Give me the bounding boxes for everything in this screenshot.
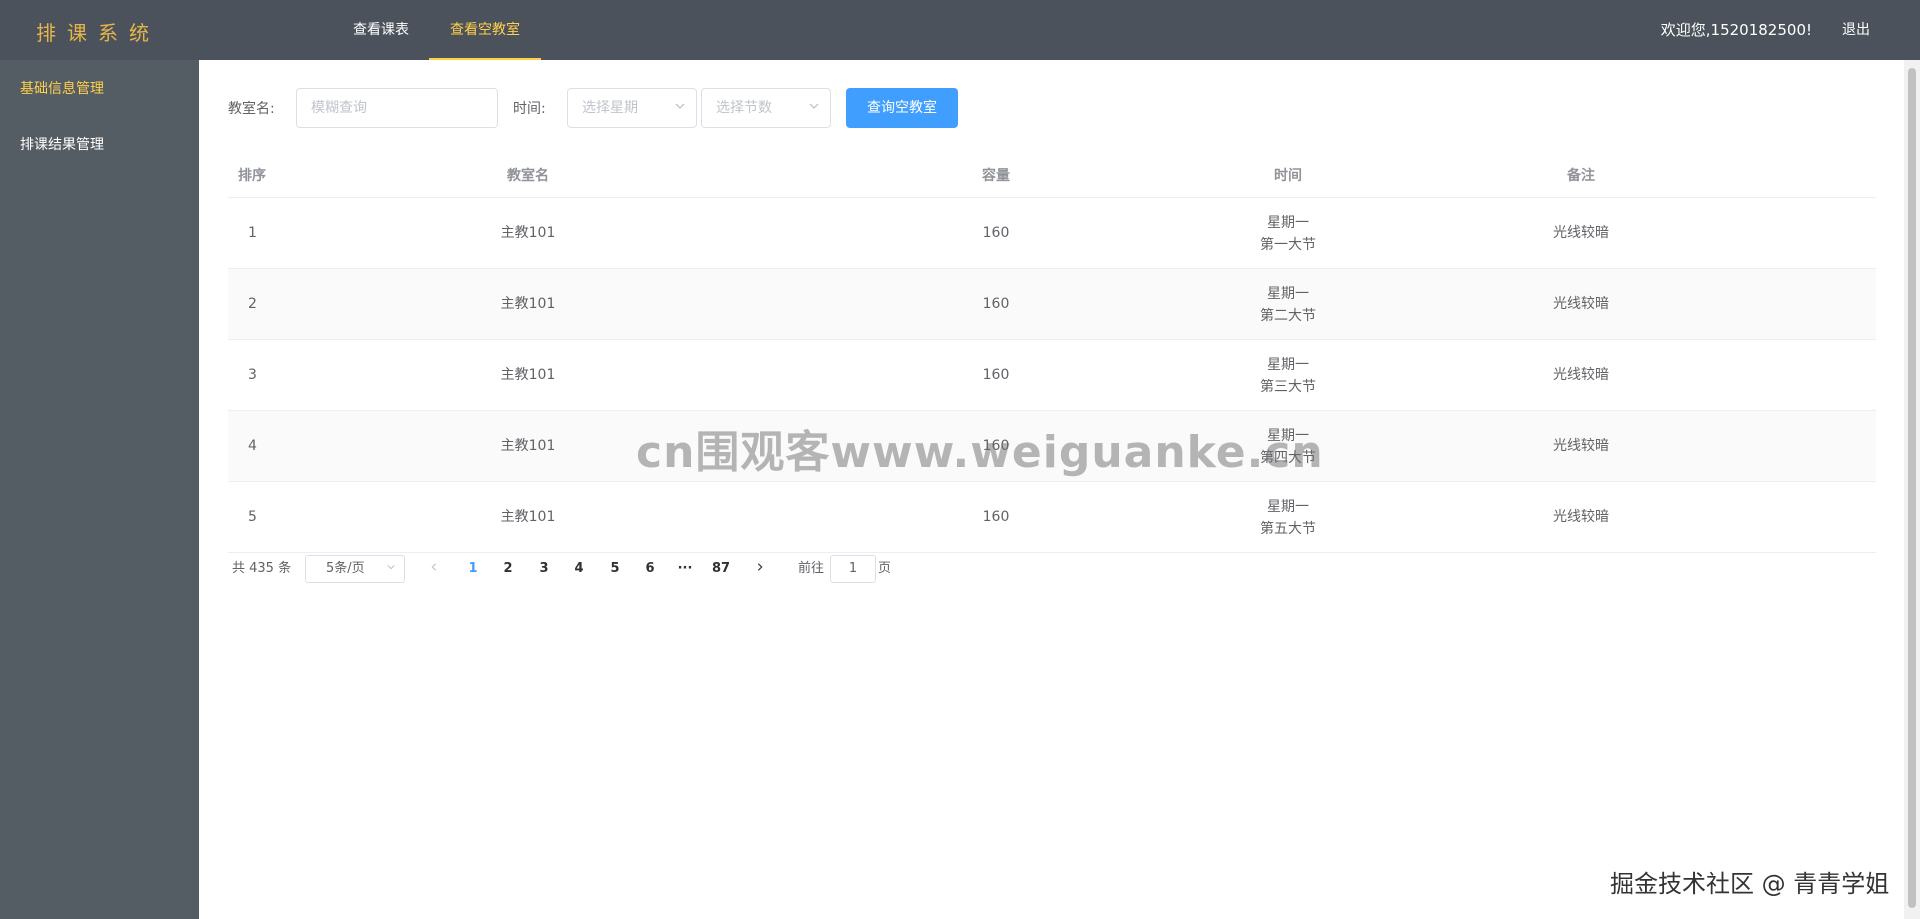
table-header: 排序 教室名 容量 时间 备注 [228,155,1876,198]
cell-time: 星期一 第五大节 [1238,496,1338,540]
cell-day: 星期一 [1267,215,1309,231]
time-label: 时间: [513,101,546,117]
cell-note: 光线较暗 [1553,367,1609,383]
period-placeholder: 选择节数 [716,100,772,116]
table-row: 5 主教101 160 星期一 第五大节 光线较暗 [228,482,1876,553]
cell-room: 主教101 [500,296,556,312]
cell-day: 星期一 [1267,499,1309,515]
column-header-time: 时间 [1274,168,1302,184]
cell-room: 主教101 [500,509,556,525]
pagination-total: 共 435 条 [232,561,292,576]
cell-note: 光线较暗 [1553,225,1609,241]
page-4[interactable]: 4 [564,555,594,583]
goto-page-input[interactable]: 1 [830,555,876,583]
cell-room: 主教101 [500,367,556,383]
center-watermark: cn围观客www.weiguanke.cn [636,427,1324,478]
column-header-note: 备注 [1567,168,1595,184]
cell-period: 第五大节 [1260,521,1316,537]
cell-time: 星期一 第一大节 [1238,212,1338,256]
cell-time: 星期一 第二大节 [1238,283,1338,327]
cell-index: 2 [248,296,257,312]
table-row: 1 主教101 160 星期一 第一大节 光线较暗 [228,198,1876,269]
page-2[interactable]: 2 [493,555,523,583]
cell-day: 星期一 [1267,286,1309,302]
cell-day: 星期一 [1267,357,1309,373]
cell-note: 光线较暗 [1553,509,1609,525]
cell-period: 第二大节 [1260,308,1316,324]
app-logo: 排课系统 [36,21,160,45]
cell-index: 4 [248,438,257,454]
cell-period: 第一大节 [1260,237,1316,253]
cell-capacity: 160 [982,296,1010,312]
cell-capacity: 160 [982,225,1010,241]
column-header-index: 排序 [238,168,266,184]
cell-index: 1 [248,225,257,241]
goto-label: 前往 [798,561,825,576]
cell-time: 星期一 第三大节 [1238,354,1338,398]
corner-watermark: 掘金技术社区 @ 青青学姐 [1610,870,1890,898]
chevron-right-icon[interactable] [745,555,775,583]
cell-index: 3 [248,367,257,383]
page-87[interactable]: 87 [706,555,736,583]
sidebar: 基础信息管理 排课结果管理 [0,60,199,919]
weekday-select[interactable]: 选择星期 [567,88,697,128]
page-size-value: 5条/页 [326,561,365,576]
cell-room: 主教101 [500,438,556,454]
sidebar-item-schedule-results[interactable]: 排课结果管理 [20,134,104,154]
chevron-down-icon [674,89,686,127]
cell-index: 5 [248,509,257,525]
column-header-capacity: 容量 [982,168,1010,184]
top-navbar: 排课系统 查看课表 查看空教室 欢迎您,1520182500! 退出 [0,0,1920,60]
weekday-placeholder: 选择星期 [582,100,638,116]
search-empty-rooms-button[interactable]: 查询空教室 [846,88,958,128]
table-row: 2 主教101 160 星期一 第二大节 光线较暗 [228,269,1876,340]
cell-note: 光线较暗 [1553,296,1609,312]
room-name-label: 教室名: [228,101,275,117]
period-select[interactable]: 选择节数 [701,88,831,128]
column-header-room: 教室名 [507,168,549,184]
cell-capacity: 160 [982,367,1010,383]
welcome-text: 欢迎您,1520182500! [1660,21,1812,39]
page-suffix: 页 [878,561,892,576]
cell-capacity: 160 [982,509,1010,525]
sidebar-item-basic-info[interactable]: 基础信息管理 [20,78,104,98]
nav-view-empty-rooms[interactable]: 查看空教室 [429,0,541,60]
page-6[interactable]: 6 [635,555,665,583]
empty-room-table: 排序 教室名 容量 时间 备注 1 主教101 160 星期一 第一大节 光线较… [228,155,1876,553]
page-5[interactable]: 5 [600,555,630,583]
cell-room: 主教101 [500,225,556,241]
table-row: 3 主教101 160 星期一 第三大节 光线较暗 [228,340,1876,411]
page-ellipsis[interactable]: ··· [670,555,700,583]
vertical-scrollbar[interactable] [1904,60,1920,919]
chevron-down-icon [808,89,820,127]
page-3[interactable]: 3 [529,555,559,583]
room-search-input[interactable]: 模糊查询 [296,88,498,128]
chevron-left-icon[interactable] [419,555,449,583]
cell-period: 第三大节 [1260,379,1316,395]
scrollbar-thumb[interactable] [1908,68,1916,908]
page-1[interactable]: 1 [458,555,488,583]
logout-link[interactable]: 退出 [1842,0,1870,60]
page-size-select[interactable]: 5条/页 [305,555,405,583]
cell-note: 光线较暗 [1553,438,1609,454]
nav-view-schedule[interactable]: 查看课表 [353,0,409,60]
chevron-down-icon [386,556,396,582]
